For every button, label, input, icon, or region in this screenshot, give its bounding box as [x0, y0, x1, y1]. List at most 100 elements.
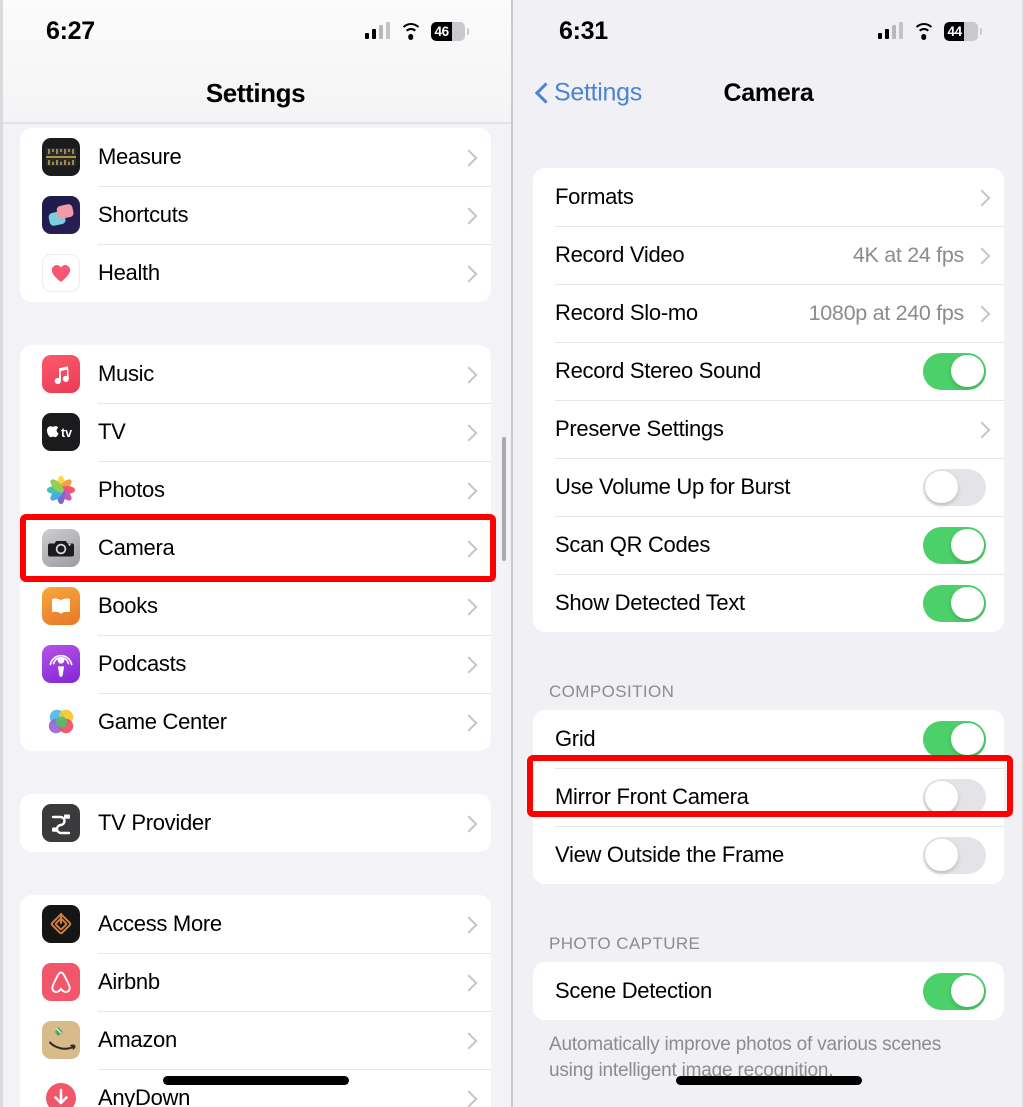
sidebar-item-game-center[interactable]: Game Center — [20, 693, 491, 751]
sidebar-item-shortcuts[interactable]: Shortcuts — [20, 186, 491, 244]
chevron-right-icon — [976, 305, 986, 322]
camera-section-photo-capture: PHOTO CAPTURE Scene Detection Automatica… — [513, 934, 1024, 1083]
sidebar-item-amazon[interactable]: Amazon — [20, 1011, 491, 1069]
sidebar-item-label: TV Provider — [98, 810, 211, 835]
row-label: Preserve Settings — [555, 416, 724, 441]
chevron-right-icon — [463, 540, 473, 557]
row-label: View Outside the Frame — [555, 842, 784, 867]
chevron-right-icon — [463, 815, 473, 832]
composition-group: Grid Mirror Front Camera View Outside th… — [533, 710, 1004, 884]
music-app-icon — [42, 355, 80, 393]
sidebar-item-label: AnyDown — [98, 1085, 191, 1107]
sidebar-item-photos[interactable]: Photos — [20, 461, 491, 519]
sidebar-item-measure[interactable]: Measure — [20, 128, 491, 186]
sidebar-item-music[interactable]: Music — [20, 345, 491, 403]
row-label: Record Slo-mo — [555, 300, 698, 325]
row-show-detected-text[interactable]: Show Detected Text — [533, 574, 1004, 632]
left-page-title: Settings — [205, 77, 306, 108]
row-label: Use Volume Up for Burst — [555, 474, 791, 499]
home-indicator — [162, 1076, 349, 1085]
toggle-view-outside-the-frame[interactable] — [923, 836, 986, 874]
wifi-icon — [912, 22, 935, 40]
row-grid[interactable]: Grid — [533, 710, 1004, 768]
wifi-icon — [399, 22, 422, 40]
sidebar-item-label: Game Center — [98, 709, 227, 734]
toggle-grid[interactable] — [923, 720, 986, 758]
home-indicator — [675, 1076, 862, 1085]
sidebar-item-health[interactable]: Health — [20, 244, 491, 302]
sidebar-item-label: Access More — [98, 911, 222, 936]
row-preserve-settings[interactable]: Preserve Settings — [533, 400, 1004, 458]
row-label: Formats — [555, 184, 634, 209]
toggle-mirror-front-camera[interactable] — [923, 778, 986, 816]
toggle-show-detected-text[interactable] — [923, 584, 986, 622]
section-header-composition: COMPOSITION — [549, 682, 675, 701]
camera-settings-list[interactable]: Formats Record Video 4K at 24 fps Record… — [513, 124, 1024, 1107]
chevron-right-icon — [463, 916, 473, 933]
right-status-icons: 44 — [877, 21, 982, 41]
left-status-bar: 6:27 46 — [0, 0, 511, 62]
chevron-right-icon — [463, 265, 473, 282]
photos-app-icon — [42, 471, 80, 509]
camera-section-main: Formats Record Video 4K at 24 fps Record… — [533, 168, 1004, 632]
right-nav-bar: Settings Camera — [513, 62, 1024, 124]
sidebar-item-anydown[interactable]: AnyDown — [20, 1069, 491, 1107]
sidebar-item-label: Camera — [98, 535, 175, 560]
anydown-app-icon — [42, 1079, 80, 1107]
row-record-slo-mo[interactable]: Record Slo-mo 1080p at 240 fps — [533, 284, 1004, 342]
settings-group-media: Music tv TV Photos Camera Books Podcasts… — [20, 345, 491, 751]
row-scan-qr-codes[interactable]: Scan QR Codes — [533, 516, 1004, 574]
toggle-scan-qr-codes[interactable] — [923, 526, 986, 564]
sidebar-item-camera[interactable]: Camera — [20, 519, 491, 577]
sidebar-item-airbnb[interactable]: Airbnb — [20, 953, 491, 1011]
left-settings-list[interactable]: Measure Shortcuts Health Music tv TV Pho… — [0, 124, 511, 1107]
sidebar-item-books[interactable]: Books — [20, 577, 491, 635]
shortcuts-app-icon — [42, 196, 80, 234]
right-phone-panel: 6:31 44 Settings Camera Formats Record V… — [513, 0, 1024, 1107]
right-status-time: 6:31 — [559, 16, 608, 45]
sidebar-item-label: Measure — [98, 144, 182, 169]
row-label: Scan QR Codes — [555, 532, 711, 557]
access-more-app-icon — [42, 905, 80, 943]
back-button-label: Settings — [554, 78, 642, 107]
sidebar-item-tv-provider[interactable]: TV Provider — [20, 794, 491, 852]
airbnb-app-icon — [42, 963, 80, 1001]
toggle-use-volume-up-for-burst[interactable] — [923, 468, 986, 506]
sidebar-item-tv[interactable]: tv TV — [20, 403, 491, 461]
chevron-right-icon — [463, 424, 473, 441]
sidebar-item-label: Amazon — [98, 1027, 177, 1052]
section-footer-photo-capture: Automatically improve photos of various … — [549, 1034, 942, 1081]
settings-group-tv-provider: TV Provider — [20, 794, 491, 852]
left-phone-panel: 6:27 46 Settings Measure Shortcuts Healt… — [0, 0, 511, 1107]
row-formats[interactable]: Formats — [533, 168, 1004, 226]
row-scene-detection[interactable]: Scene Detection — [533, 962, 1004, 1020]
left-nav-bar: Settings — [0, 62, 511, 124]
sidebar-item-access-more[interactable]: Access More — [20, 895, 491, 953]
settings-group-utilities: Measure Shortcuts Health — [20, 128, 491, 302]
sidebar-item-label: Health — [98, 260, 160, 285]
camera-app-icon — [42, 529, 80, 567]
toggle-scene-detection[interactable] — [923, 972, 986, 1010]
sidebar-item-label: Books — [98, 593, 158, 618]
sidebar-item-podcasts[interactable]: Podcasts — [20, 635, 491, 693]
measure-app-icon — [42, 138, 80, 176]
row-view-outside-the-frame[interactable]: View Outside the Frame — [533, 826, 1004, 884]
row-label: Mirror Front Camera — [555, 784, 749, 809]
row-record-video[interactable]: Record Video 4K at 24 fps — [533, 226, 1004, 284]
chevron-right-icon — [463, 207, 473, 224]
podcasts-app-icon — [42, 645, 80, 683]
row-record-stereo-sound[interactable]: Record Stereo Sound — [533, 342, 1004, 400]
cellular-signal-icon — [364, 22, 390, 39]
row-mirror-front-camera[interactable]: Mirror Front Camera — [533, 768, 1004, 826]
row-use-volume-up-for-burst[interactable]: Use Volume Up for Burst — [533, 458, 1004, 516]
sidebar-item-label: Shortcuts — [98, 202, 189, 227]
toggle-record-stereo-sound[interactable] — [923, 352, 986, 390]
chevron-right-icon — [463, 656, 473, 673]
chevron-right-icon — [463, 482, 473, 499]
camera-section-composition: COMPOSITION Grid Mirror Front Camera Vie… — [513, 682, 1024, 884]
sidebar-item-label: TV — [98, 419, 126, 444]
back-button[interactable]: Settings — [537, 79, 642, 108]
chevron-left-icon — [537, 83, 549, 104]
chevron-right-icon — [976, 189, 986, 206]
left-scroll-indicator[interactable] — [502, 437, 506, 561]
